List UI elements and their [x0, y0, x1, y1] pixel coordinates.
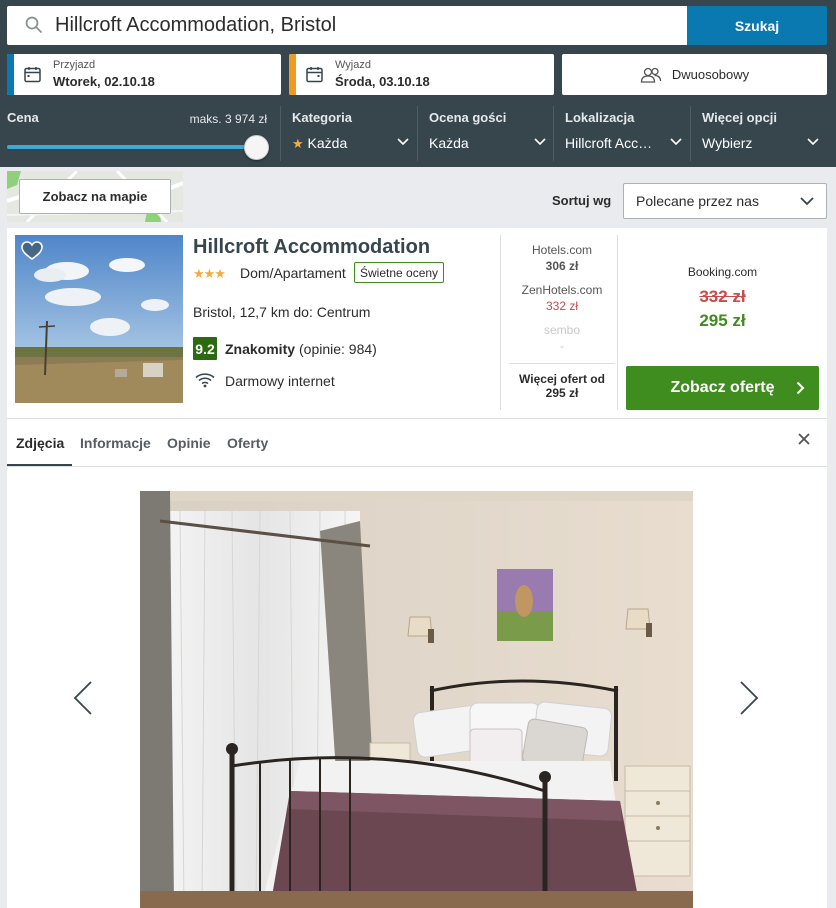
more-offers-link[interactable]: Więcej ofert od 295 zł [509, 372, 615, 400]
view-deal-button[interactable]: Zobacz ofertę [626, 366, 819, 410]
wifi-icon [195, 373, 215, 388]
checkout-value: Środa, 03.10.18 [335, 74, 430, 89]
accommodation-type: Dom/Apartament [240, 265, 346, 281]
chevron-down-icon [800, 197, 814, 206]
main-deal-price: 295 zł [699, 311, 746, 330]
chevron-right-icon [796, 381, 805, 395]
divider [7, 466, 827, 467]
deal-site: Hotels.com [531, 243, 593, 257]
view-deal-label: Zobacz ofertę [670, 379, 775, 396]
calendar-icon [306, 67, 323, 83]
checkin-label: Przyjazd [53, 59, 96, 71]
chevron-down-icon [397, 138, 409, 146]
category-label: Kategoria [292, 110, 352, 125]
search-input[interactable] [55, 9, 675, 42]
deal-site: ZenHotels.com [521, 283, 603, 297]
location-filter[interactable]: Lokalizacja Hillcroft Acc… [553, 106, 690, 161]
tab-photos[interactable]: Zdjęcia [16, 435, 64, 451]
chevron-down-icon [670, 138, 682, 146]
deal-sembo[interactable]: sembo - [509, 323, 615, 353]
checkin-color-bar [7, 54, 14, 95]
more-options-filter[interactable]: Więcej opcji Wybierz [690, 106, 827, 161]
deal-price: 332 zł [545, 299, 579, 313]
price-slider-handle[interactable] [244, 135, 269, 160]
more-options-value: Wybierz [702, 135, 753, 151]
category-value-text: Każda [307, 135, 348, 151]
checkout-field[interactable]: Wyjazd Środa, 03.10.18 [289, 54, 554, 95]
guest-rating-filter[interactable]: Ocena gości Każda [417, 106, 554, 161]
deal-site: sembo [543, 323, 581, 337]
deal-zenhotels[interactable]: ZenHotels.com 332 zł [509, 283, 615, 313]
search-icon [25, 16, 43, 34]
calendar-icon [24, 67, 41, 83]
rating-word: Znakomity [225, 341, 296, 357]
star-rating-icons: ★★★ [193, 266, 226, 281]
sort-label: Sortuj wg [552, 193, 612, 208]
amenity-free-internet: Darmowy internet [225, 373, 335, 389]
search-box[interactable] [7, 6, 687, 45]
more-offers-text: Więcej ofert od [519, 372, 605, 386]
review-count[interactable]: (opinie: 984) [299, 341, 377, 357]
checkin-value: Wtorek, 02.10.18 [53, 74, 155, 89]
guest-rating-label: Ocena gości [429, 110, 507, 125]
checkout-label: Wyjazd [335, 59, 371, 71]
checkin-field[interactable]: Przyjazd Wtorek, 02.10.18 [7, 54, 281, 95]
category-filter[interactable]: Kategoria ★ Każda [280, 106, 417, 161]
category-value: ★ Każda [292, 135, 347, 152]
close-icon[interactable] [797, 432, 811, 446]
price-max-label: maks. 3 974 zł [189, 112, 267, 126]
search-header: Szukaj Przyjazd Wtorek, 02.10.18 Wyjazd … [0, 0, 836, 167]
tab-reviews[interactable]: Opinie [167, 435, 211, 451]
tab-info[interactable]: Informacje [80, 435, 151, 451]
deal-price: - [560, 339, 564, 353]
more-offers-price: 295 zł [545, 386, 579, 400]
divider [7, 418, 827, 419]
filters-bar: Cena maks. 3 974 zł Kategoria ★ Każda Oc… [0, 106, 836, 161]
guest-rating-value: Każda [429, 135, 469, 151]
hotel-name[interactable]: Hillcroft Accommodation [193, 236, 430, 259]
location-value: Hillcroft Acc… [565, 135, 653, 151]
guests-selector[interactable]: Dwuosobowy [562, 54, 827, 95]
rating-score-badge[interactable]: 9.2 [193, 337, 217, 360]
tab-deals[interactable]: Oferty [227, 435, 268, 451]
users-icon [640, 67, 661, 83]
hotel-location[interactable]: Bristol, 12,7 km do: Centrum [193, 304, 370, 320]
price-slider-track[interactable] [7, 145, 257, 149]
show-map-button[interactable]: Zobacz na mapie [19, 179, 171, 214]
great-ratings-badge: Świetne oceny [354, 262, 445, 283]
main-deal-old-price: 332 zł [699, 287, 746, 306]
chevron-left-icon[interactable] [73, 680, 93, 716]
sort-select[interactable]: Polecane przez nas [623, 183, 827, 219]
deal-price: 306 zł [545, 259, 579, 273]
sort-value: Polecane przez nas [636, 193, 759, 209]
more-options-label: Więcej opcji [702, 110, 778, 125]
divider [509, 363, 615, 364]
bedroom-photo [140, 491, 693, 908]
search-button[interactable]: Szukaj [687, 6, 827, 45]
star-icon: ★ [292, 136, 304, 151]
divider [500, 235, 501, 410]
heart-icon[interactable] [21, 241, 43, 261]
divider [617, 235, 618, 410]
chevron-down-icon [807, 138, 819, 146]
chevron-right-icon[interactable] [739, 680, 759, 716]
gallery-photo[interactable] [140, 491, 693, 908]
chevron-down-icon [534, 138, 546, 146]
hotel-result-card: Hillcroft Accommodation ★★★ Dom/Apartame… [7, 228, 827, 908]
location-label: Lokalizacja [565, 110, 635, 125]
checkout-color-bar [289, 54, 296, 95]
main-deal-site: Booking.com [687, 265, 758, 279]
price-filter: Cena maks. 3 974 zł [7, 110, 269, 160]
guests-label: Dwuosobowy [671, 67, 750, 82]
deal-hotels-com[interactable]: Hotels.com 306 zł [509, 243, 615, 273]
